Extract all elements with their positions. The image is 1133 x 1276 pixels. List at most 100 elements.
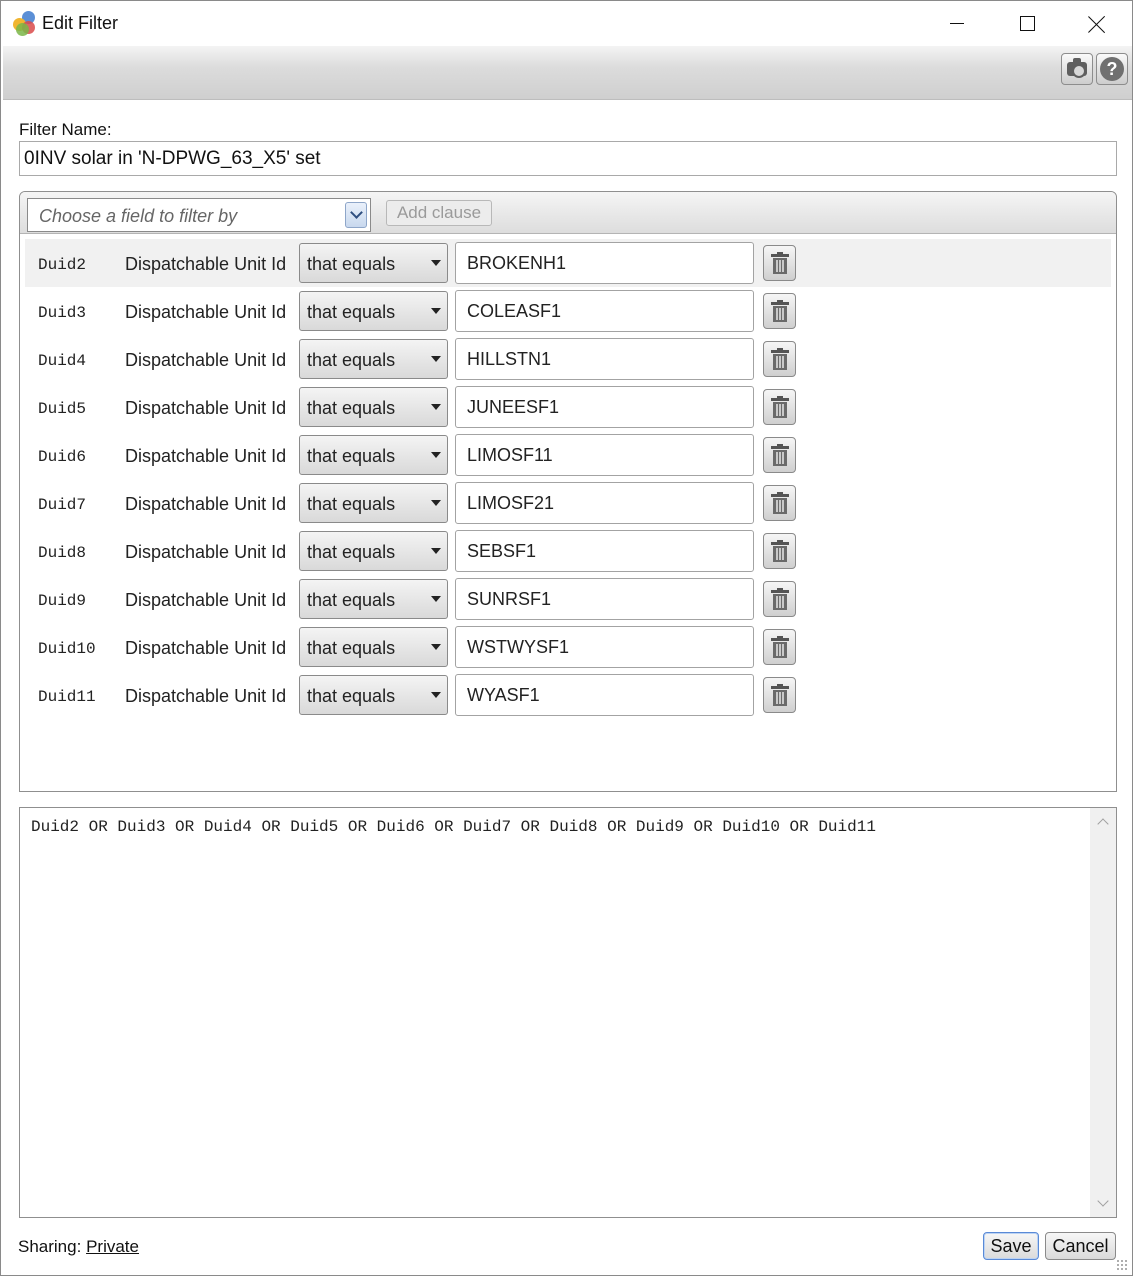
operator-select[interactable]: that equals	[299, 627, 448, 667]
field-select-dropdown[interactable]: Choose a field to filter by	[27, 198, 371, 232]
clause-value-input[interactable]	[455, 290, 754, 332]
clause-value-input[interactable]	[455, 386, 754, 428]
operator-select[interactable]: that equals	[299, 483, 448, 523]
clause-value-input[interactable]	[455, 578, 754, 620]
operator-select[interactable]: that equals	[299, 387, 448, 427]
operator-value: that equals	[307, 350, 396, 370]
close-button[interactable]	[1063, 1, 1131, 46]
dropdown-arrow-icon	[431, 548, 441, 554]
save-button[interactable]: Save	[983, 1232, 1039, 1260]
maximize-button[interactable]	[993, 1, 1061, 46]
dropdown-toggle[interactable]	[345, 202, 367, 228]
camera-icon	[1067, 58, 1087, 78]
operator-select[interactable]: that equals	[299, 339, 448, 379]
clause-value-input[interactable]	[455, 338, 754, 380]
sharing-private-link[interactable]: Private	[86, 1237, 139, 1256]
filter-name-label: Filter Name:	[19, 120, 112, 139]
operator-select[interactable]: that equals	[299, 435, 448, 475]
app-logo-circles-icon	[13, 11, 37, 36]
minimize-button[interactable]	[923, 1, 991, 46]
delete-clause-button[interactable]	[763, 581, 796, 617]
trash-icon	[770, 588, 789, 610]
clause-field: Dispatchable Unit Id	[125, 254, 287, 274]
delete-clause-button[interactable]	[763, 533, 796, 569]
edit-filter-window: Edit Filter ? Filter Name: Choose a fiel…	[0, 0, 1133, 1276]
delete-clause-button[interactable]	[763, 677, 796, 713]
clause-id: Duid11	[38, 688, 96, 706]
operator-value: that equals	[307, 254, 396, 274]
filter-expression-box[interactable]: Duid2 OR Duid3 OR Duid4 OR Duid5 OR Duid…	[19, 807, 1117, 1218]
delete-clause-button[interactable]	[763, 341, 796, 377]
operator-select[interactable]: that equals	[299, 291, 448, 331]
trash-icon	[770, 636, 789, 658]
scroll-down-icon[interactable]	[1097, 1195, 1109, 1207]
clause-field: Dispatchable Unit Id	[125, 542, 287, 562]
clause-id: Duid8	[38, 544, 87, 562]
resize-grip-icon[interactable]	[1116, 1259, 1128, 1271]
clause-row: Duid7 Dispatchable Unit Id that equals	[25, 479, 1111, 527]
clause-row: Duid2 Dispatchable Unit Id that equals	[25, 239, 1111, 287]
vertical-scrollbar[interactable]	[1090, 808, 1116, 1217]
operator-select[interactable]: that equals	[299, 531, 448, 571]
operator-select[interactable]: that equals	[299, 243, 448, 283]
delete-clause-button[interactable]	[763, 245, 796, 281]
clause-id: Duid10	[38, 640, 96, 658]
clause-list: Duid2 Dispatchable Unit Id that equals D…	[25, 239, 1111, 719]
operator-select[interactable]: that equals	[299, 675, 448, 715]
delete-clause-button[interactable]	[763, 389, 796, 425]
clause-field: Dispatchable Unit Id	[125, 686, 287, 706]
clause-id: Duid3	[38, 304, 87, 322]
clause-field: Dispatchable Unit Id	[125, 446, 287, 466]
operator-value: that equals	[307, 590, 396, 610]
clause-id: Duid5	[38, 400, 87, 418]
clause-row: Duid11 Dispatchable Unit Id that equals	[25, 671, 1111, 719]
clause-row: Duid8 Dispatchable Unit Id that equals	[25, 527, 1111, 575]
help-button[interactable]: ?	[1096, 53, 1128, 85]
title-bar: Edit Filter	[1, 1, 1132, 46]
chevron-down-icon	[349, 206, 363, 219]
delete-clause-button[interactable]	[763, 629, 796, 665]
delete-clause-button[interactable]	[763, 293, 796, 329]
clause-field: Dispatchable Unit Id	[125, 638, 287, 658]
dropdown-arrow-icon	[431, 260, 441, 266]
clause-value-input[interactable]	[455, 674, 754, 716]
delete-clause-button[interactable]	[763, 437, 796, 473]
add-clause-button[interactable]: Add clause	[386, 200, 492, 226]
dropdown-arrow-icon	[431, 356, 441, 362]
dropdown-arrow-icon	[431, 500, 441, 506]
clause-value-input[interactable]	[455, 626, 754, 668]
trash-icon	[770, 684, 789, 706]
dropdown-arrow-icon	[431, 404, 441, 410]
trash-icon	[770, 300, 789, 322]
clause-row: Duid6 Dispatchable Unit Id that equals	[25, 431, 1111, 479]
operator-value: that equals	[307, 686, 396, 706]
clause-id: Duid9	[38, 592, 87, 610]
dropdown-arrow-icon	[431, 452, 441, 458]
trash-icon	[770, 252, 789, 274]
clause-field: Dispatchable Unit Id	[125, 302, 287, 322]
screenshot-button[interactable]	[1061, 53, 1093, 85]
clause-row: Duid10 Dispatchable Unit Id that equals	[25, 623, 1111, 671]
filter-name-input[interactable]	[19, 141, 1117, 176]
clause-row: Duid4 Dispatchable Unit Id that equals	[25, 335, 1111, 383]
dropdown-arrow-icon	[431, 308, 441, 314]
clause-value-input[interactable]	[455, 530, 754, 572]
trash-icon	[770, 444, 789, 466]
trash-icon	[770, 396, 789, 418]
scroll-up-icon[interactable]	[1097, 818, 1109, 830]
clause-value-input[interactable]	[455, 242, 754, 284]
toolbar: ?	[3, 46, 1132, 100]
operator-value: that equals	[307, 446, 396, 466]
filter-expression-text: Duid2 OR Duid3 OR Duid4 OR Duid5 OR Duid…	[31, 818, 876, 836]
cancel-button[interactable]: Cancel	[1045, 1232, 1116, 1260]
clause-row: Duid5 Dispatchable Unit Id that equals	[25, 383, 1111, 431]
operator-value: that equals	[307, 398, 396, 418]
clause-id: Duid7	[38, 496, 87, 514]
clause-value-input[interactable]	[455, 434, 754, 476]
help-icon: ?	[1100, 57, 1124, 81]
maximize-icon	[1019, 16, 1035, 31]
operator-value: that equals	[307, 302, 396, 322]
clause-value-input[interactable]	[455, 482, 754, 524]
delete-clause-button[interactable]	[763, 485, 796, 521]
operator-select[interactable]: that equals	[299, 579, 448, 619]
